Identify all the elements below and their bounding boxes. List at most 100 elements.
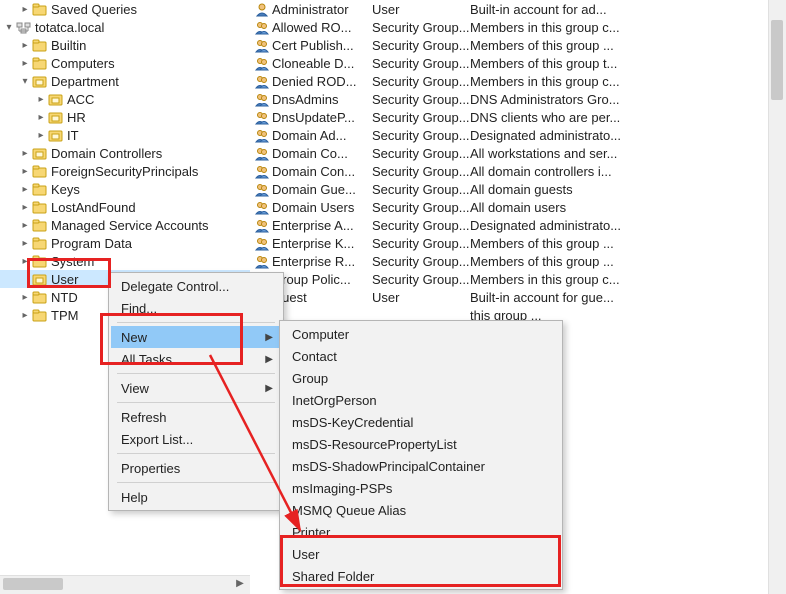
scrollbar-thumb[interactable] <box>3 578 63 590</box>
tree-label: HR <box>67 110 86 125</box>
menu-find[interactable]: Find... <box>111 297 281 319</box>
tree-label: IT <box>67 128 79 143</box>
ou-icon <box>48 92 63 107</box>
list-vertical-scrollbar[interactable] <box>768 0 786 594</box>
collapse-icon[interactable]: ▾ <box>18 76 32 87</box>
submenu-resourcepropertylist[interactable]: msDS-ResourcePropertyList <box>282 433 560 455</box>
submenu-shared-folder[interactable]: Shared Folder <box>282 565 560 587</box>
list-row[interactable]: Domain Co...Security Group...All worksta… <box>250 144 769 162</box>
menu-all-tasks[interactable]: All Tasks▶ <box>111 348 281 370</box>
list-row[interactable]: Denied ROD...Security Group...Members in… <box>250 72 769 90</box>
scrollbar-thumb[interactable] <box>771 20 783 100</box>
list-row[interactable]: Group Polic...Security Group...Members i… <box>250 270 769 288</box>
expand-icon[interactable]: ▸ <box>18 166 32 177</box>
menu-view[interactable]: View▶ <box>111 377 281 399</box>
folder-icon <box>32 308 47 323</box>
tree-horizontal-scrollbar[interactable]: ▶ <box>0 575 250 594</box>
tree-node-keys[interactable]: ▸ Keys <box>0 180 250 198</box>
menu-separator <box>117 453 275 454</box>
menu-label: Find... <box>121 301 157 316</box>
cell-name: DnsUpdateP... <box>272 110 372 125</box>
list-row[interactable]: Cert Publish...Security Group...Members … <box>250 36 769 54</box>
tree-node-fsp[interactable]: ▸ ForeignSecurityPrincipals <box>0 162 250 180</box>
tree-node-it[interactable]: ▸ IT <box>0 126 250 144</box>
menu-new[interactable]: New▶ <box>111 326 281 348</box>
expand-icon[interactable]: ▸ <box>34 94 48 105</box>
expand-icon[interactable]: ▸ <box>18 310 32 321</box>
tree-label: LostAndFound <box>51 200 136 215</box>
cell-description: Members in this group c... <box>470 20 769 35</box>
submenu-printer[interactable]: Printer <box>282 521 560 543</box>
menu-refresh[interactable]: Refresh <box>111 406 281 428</box>
expand-icon[interactable]: ▸ <box>18 58 32 69</box>
list-row[interactable]: Domain Con...Security Group...All domain… <box>250 162 769 180</box>
list-row[interactable]: AdministratorUserBuilt-in account for ad… <box>250 0 769 18</box>
list-row[interactable]: DnsAdminsSecurity Group...DNS Administra… <box>250 90 769 108</box>
menu-label: New <box>121 330 147 345</box>
expand-icon[interactable]: ▸ <box>18 184 32 195</box>
list-row[interactable]: Allowed RO...Security Group...Members in… <box>250 18 769 36</box>
group-icon <box>250 164 272 179</box>
tree-node-department[interactable]: ▾ Department <box>0 72 250 90</box>
tree-node-lostandfound[interactable]: ▸ LostAndFound <box>0 198 250 216</box>
menu-label: All Tasks <box>121 352 172 367</box>
ou-icon <box>48 128 63 143</box>
menu-properties[interactable]: Properties <box>111 457 281 479</box>
submenu-group[interactable]: Group <box>282 367 560 389</box>
cell-type: User <box>372 2 470 17</box>
tree-label: Managed Service Accounts <box>51 218 209 233</box>
group-icon <box>250 38 272 53</box>
submenu-contact[interactable]: Contact <box>282 345 560 367</box>
expand-icon[interactable]: ▸ <box>18 238 32 249</box>
tree-node-domain[interactable]: ▾ totatca.local <box>0 18 250 36</box>
tree-label: Domain Controllers <box>51 146 162 161</box>
cell-type: Security Group... <box>372 236 470 251</box>
expand-icon[interactable]: ▸ <box>18 4 32 15</box>
tree-node-program-data[interactable]: ▸ Program Data <box>0 234 250 252</box>
tree-node-builtin[interactable]: ▸ Builtin <box>0 36 250 54</box>
list-row[interactable]: Enterprise R...Security Group...Members … <box>250 252 769 270</box>
scroll-right-icon[interactable]: ▶ <box>234 578 246 590</box>
tree-node-domain-controllers[interactable]: ▸ Domain Controllers <box>0 144 250 162</box>
menu-help[interactable]: Help <box>111 486 281 508</box>
tree-node-saved-queries[interactable]: ▸ Saved Queries <box>0 0 250 18</box>
tree-node-computers[interactable]: ▸ Computers <box>0 54 250 72</box>
tree-node-acc[interactable]: ▸ ACC <box>0 90 250 108</box>
expand-icon[interactable]: ▸ <box>18 256 32 267</box>
group-icon <box>250 146 272 161</box>
expand-icon[interactable]: ▸ <box>18 292 32 303</box>
tree-label: ForeignSecurityPrincipals <box>51 164 198 179</box>
folder-icon <box>32 290 47 305</box>
submenu-inetorgperson[interactable]: InetOrgPerson <box>282 389 560 411</box>
submenu-msmq-queue-alias[interactable]: MSMQ Queue Alias <box>282 499 560 521</box>
tree-label: Department <box>51 74 119 89</box>
list-row[interactable]: Domain Ad...Security Group...Designated … <box>250 126 769 144</box>
expand-icon[interactable]: ▸ <box>34 112 48 123</box>
list-row[interactable]: GuestUserBuilt-in account for gue... <box>250 288 769 306</box>
submenu-msimaging-psps[interactable]: msImaging-PSPs <box>282 477 560 499</box>
submenu-keycredential[interactable]: msDS-KeyCredential <box>282 411 560 433</box>
list-row[interactable]: Enterprise A...Security Group...Designat… <box>250 216 769 234</box>
menu-export-list[interactable]: Export List... <box>111 428 281 450</box>
submenu-shadowprincipalcontainer[interactable]: msDS-ShadowPrincipalContainer <box>282 455 560 477</box>
expand-icon[interactable]: ▸ <box>18 40 32 51</box>
tree-node-msa[interactable]: ▸ Managed Service Accounts <box>0 216 250 234</box>
tree-node-system[interactable]: ▸ System <box>0 252 250 270</box>
tree-label: Saved Queries <box>51 2 137 17</box>
collapse-icon[interactable]: ▾ <box>2 22 16 33</box>
expand-icon[interactable]: ▸ <box>18 202 32 213</box>
cell-description: DNS Administrators Gro... <box>470 92 769 107</box>
menu-delegate-control[interactable]: Delegate Control... <box>111 275 281 297</box>
expand-icon[interactable]: ▸ <box>34 130 48 141</box>
list-row[interactable]: Cloneable D...Security Group...Members o… <box>250 54 769 72</box>
tree-node-hr[interactable]: ▸ HR <box>0 108 250 126</box>
expand-icon[interactable]: ▸ <box>18 220 32 231</box>
list-row[interactable]: Domain UsersSecurity Group...All domain … <box>250 198 769 216</box>
submenu-user[interactable]: User <box>282 543 560 565</box>
list-row[interactable]: Enterprise K...Security Group...Members … <box>250 234 769 252</box>
cell-type: Security Group... <box>372 20 470 35</box>
list-row[interactable]: Domain Gue...Security Group...All domain… <box>250 180 769 198</box>
list-row[interactable]: DnsUpdateP...Security Group...DNS client… <box>250 108 769 126</box>
submenu-computer[interactable]: Computer <box>282 323 560 345</box>
expand-icon[interactable]: ▸ <box>18 148 32 159</box>
